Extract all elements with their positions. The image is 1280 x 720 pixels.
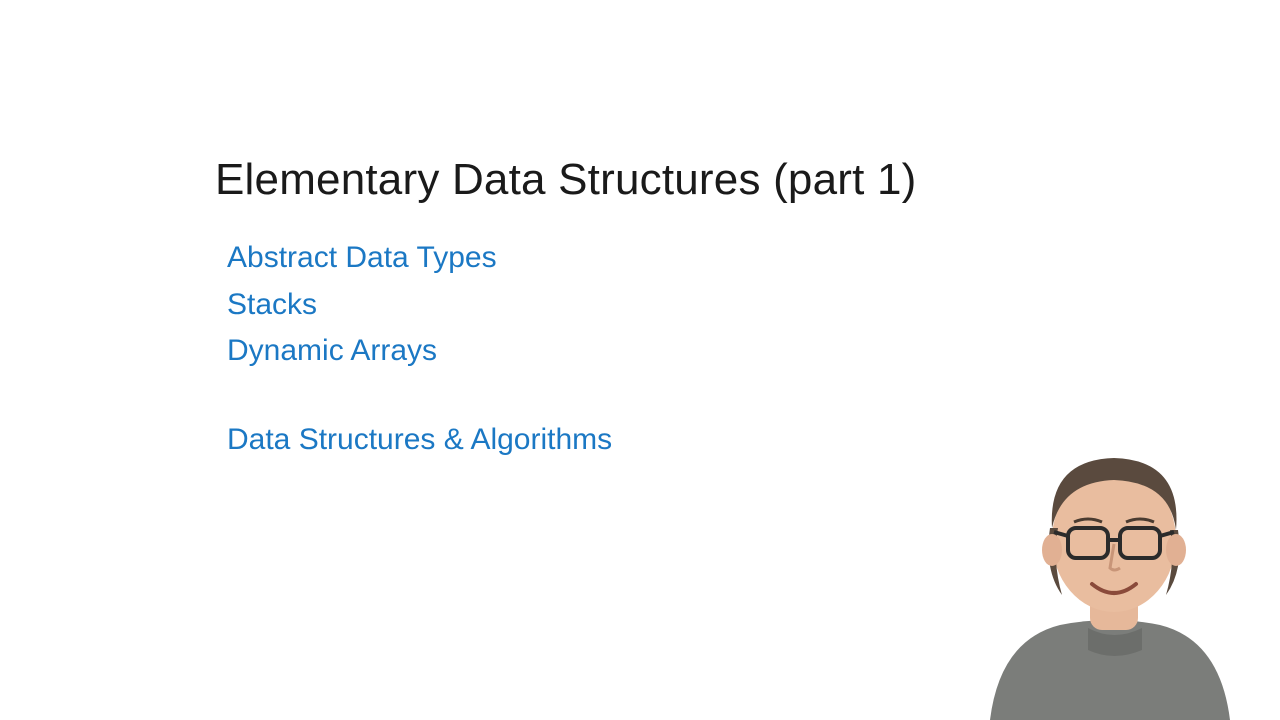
- topics-list: Abstract Data Types Stacks Dynamic Array…: [227, 235, 1015, 375]
- slide-title: Elementary Data Structures (part 1): [215, 155, 1015, 205]
- slide-content: Elementary Data Structures (part 1) Abst…: [215, 155, 1015, 457]
- course-name: Data Structures & Algorithms: [227, 423, 1015, 457]
- topic-item: Stacks: [227, 282, 1015, 329]
- presenter-photo: [970, 410, 1250, 720]
- topic-item: Dynamic Arrays: [227, 328, 1015, 375]
- topic-item: Abstract Data Types: [227, 235, 1015, 282]
- person-icon: [970, 410, 1250, 720]
